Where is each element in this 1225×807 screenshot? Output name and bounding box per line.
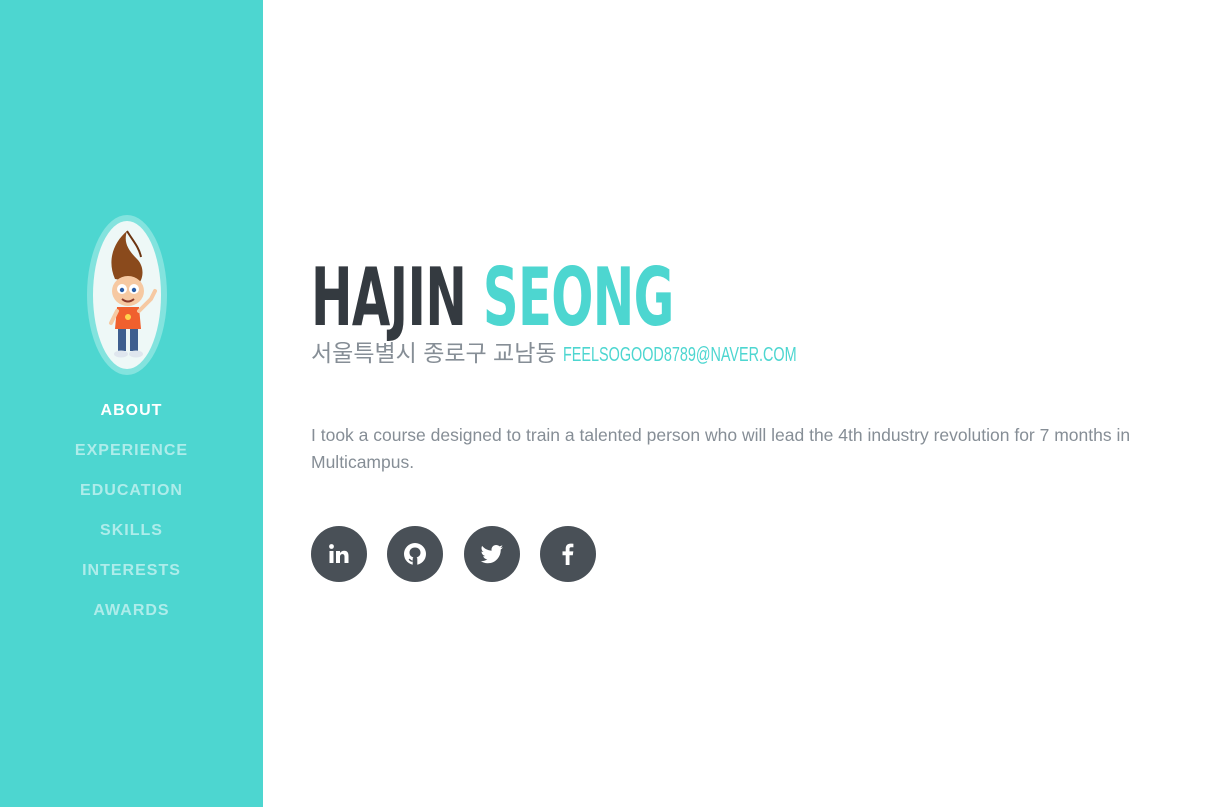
nav-item-education[interactable]: EDUCATION — [0, 480, 263, 520]
profile-avatar-frame — [87, 215, 167, 375]
last-name: SEONG — [482, 251, 675, 344]
profile-avatar — [93, 221, 161, 369]
first-name: HAJIN — [311, 251, 467, 344]
sidebar-nav: ABOUT EXPERIENCE EDUCATION SKILLS INTERE… — [0, 400, 263, 640]
profile-name: HAJIN SEONG — [311, 250, 863, 346]
github-button[interactable] — [387, 526, 444, 582]
nav-item-about[interactable]: ABOUT — [0, 400, 263, 440]
cartoon-boy-image — [109, 230, 157, 358]
bio-text: I took a course designed to train a tale… — [311, 425, 1131, 472]
sidebar: ABOUT EXPERIENCE EDUCATION SKILLS INTERE… — [0, 0, 263, 807]
facebook-button[interactable] — [540, 526, 597, 582]
linkedin-icon — [329, 544, 349, 563]
email-link[interactable]: feelsogood8789@naver.com — [563, 340, 797, 370]
nav-item-awards[interactable]: AWARDS — [0, 600, 263, 640]
github-icon — [404, 543, 427, 565]
linkedin-button[interactable] — [311, 526, 367, 582]
social-links — [311, 526, 1201, 582]
about-section: HAJIN SEONG 서울특별시 종로구 교남동 feelsogood8789… — [311, 250, 1201, 582]
twitter-button[interactable] — [463, 526, 520, 582]
nav-item-skills[interactable]: SKILLS — [0, 520, 263, 560]
nav-item-interests[interactable]: INTERESTS — [0, 560, 263, 600]
facebook-icon — [562, 543, 574, 565]
nav-item-experience[interactable]: EXPERIENCE — [0, 440, 263, 480]
twitter-icon — [480, 545, 503, 564]
